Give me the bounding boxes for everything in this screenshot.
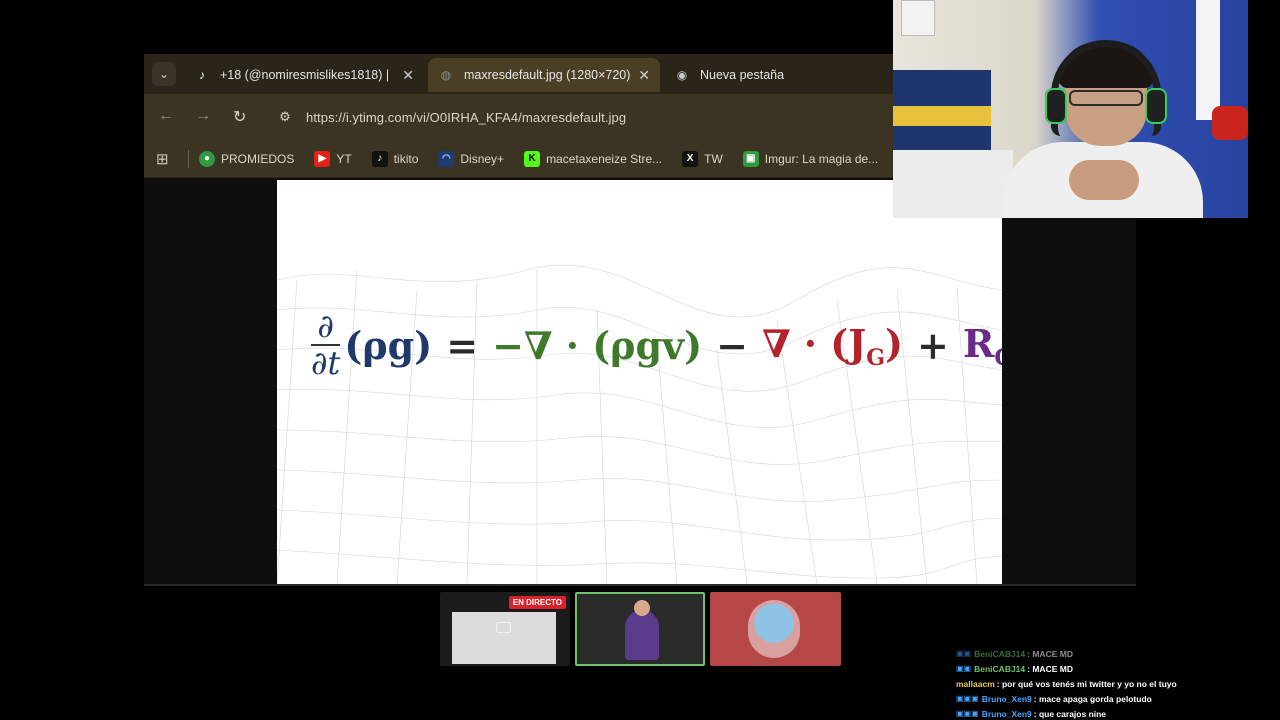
badge-icons: ▣▣▣ — [956, 694, 979, 703]
globe-icon: ◍ — [440, 68, 452, 82]
imgur-icon: ▣ — [742, 150, 759, 167]
bookmark-disney[interactable]: ◠ Disney+ — [438, 150, 505, 167]
partial-derivative: ∂ ∂t — [311, 310, 340, 381]
headset-icon — [1051, 40, 1161, 136]
wall-poster — [901, 0, 935, 36]
tiktok-icon: ♪ — [371, 150, 388, 167]
lhs-term: (ρg) — [344, 323, 433, 369]
displayed-image[interactable]: ∂ ∂t (ρg) = −∇ · (ρgv) − ∇ · (JG) + RG — [277, 180, 1002, 584]
disney-icon: ◠ — [438, 150, 455, 167]
bookmark-kick[interactable]: Kmacetaxeneize Stre... — [524, 150, 663, 167]
badge-icons: ▣▣▣ — [956, 709, 979, 718]
bookmark-label: YT — [336, 151, 352, 166]
badge-icons: ▣▣ — [956, 649, 972, 658]
flux-term: ∇ · (JG) — [762, 321, 903, 371]
plus-sign: + — [916, 323, 949, 369]
tab-label: Nueva pestaña — [700, 68, 785, 82]
bookmark-yt[interactable]: ▶ YT — [314, 150, 352, 167]
chat-message: mallaacm : por qué vos tenés mi twitter … — [956, 676, 1280, 691]
stream-layout: ⌄ ♪ +18 (@nomiresmislikes1818) | ✕ ◍ max… — [0, 0, 1280, 720]
chat-username: Bruno_Xen9 — [981, 708, 1032, 719]
tab-tiktok[interactable]: ♪ +18 (@nomiresmislikes1818) | ✕ — [184, 58, 424, 92]
apps-grid-icon[interactable]: ⊞ — [156, 150, 180, 168]
reload-icon[interactable]: ↻ — [233, 107, 246, 127]
page-viewport: ∂ ∂t (ρg) = −∇ · (ρgv) − ∇ · (JG) + RG — [144, 178, 1136, 584]
tab-new[interactable]: ◉ Nueva pestaña — [664, 58, 894, 92]
equation: ∂ ∂t (ρg) = −∇ · (ρgv) − ∇ · (JG) + RG — [311, 310, 1002, 381]
webcam-overlay — [893, 0, 1248, 218]
close-icon[interactable]: ✕ — [638, 67, 650, 84]
chat-text: : que carajos nine — [1033, 708, 1107, 719]
chat-message: ▣▣ BeniCABJ14 : MACE MD — [956, 646, 1280, 661]
x-icon: X — [682, 150, 699, 167]
chat-message: ▣▣▣ Bruno_Xen9 : mace apaga gorda pelotu… — [956, 691, 1280, 706]
source-term-main: R — [962, 320, 995, 366]
bookmark-label: tikito — [393, 151, 419, 166]
scene-thumbnail-screen[interactable]: 🖵 EN DIRECTO — [440, 592, 570, 666]
chat-text: : MACE MD — [1027, 648, 1073, 659]
chevron-down-icon: ⌄ — [158, 67, 170, 81]
frac-numerator: ∂ — [311, 310, 340, 346]
chrome-icon: ◉ — [676, 68, 688, 82]
tab-label: maxresdefault.jpg (1280×720) — [464, 68, 631, 82]
flux-close: ) — [885, 320, 903, 366]
tiktok-icon: ♪ — [199, 68, 205, 82]
streamer — [1003, 38, 1203, 218]
flux-subscript: G — [866, 344, 885, 371]
frac-denominator: ∂t — [311, 344, 341, 382]
address-bar[interactable]: ⚙ https://i.ytimg.com/vi/O0IRHA_KFA4/max… — [270, 101, 890, 133]
window — [1196, 0, 1220, 120]
flux-term-main: ∇ · (J — [761, 320, 867, 366]
tab-label: +18 (@nomiresmislikes1818) | — [220, 68, 390, 82]
url-text[interactable]: https://i.ytimg.com/vi/O0IRHA_KFA4/maxre… — [306, 110, 626, 125]
chat-overlay: ▣▣ BeniCABJ14 : MACE MD ▣▣ BeniCABJ14 : … — [956, 646, 1280, 720]
chat-username: BeniCABJ14 — [974, 663, 1026, 674]
minus-sign: − — [716, 323, 748, 369]
wireframe-terrain — [277, 264, 1002, 584]
bookmark-imgur[interactable]: ▣ Imgur: La magia de... — [742, 150, 879, 167]
divider — [188, 149, 189, 168]
chat-text: : MACE MD — [1027, 663, 1073, 674]
scene-thumbnails: 🖵 EN DIRECTO — [440, 592, 842, 668]
back-arrow-icon[interactable]: ← — [158, 107, 174, 125]
chat-username: mallaacm — [956, 678, 995, 689]
live-badge: EN DIRECTO — [508, 596, 566, 609]
monitor-icon: 🖵 — [496, 620, 512, 637]
forward-arrow-icon[interactable]: → — [195, 107, 211, 125]
tab-image[interactable]: ◍ maxresdefault.jpg (1280×720) ✕ — [428, 58, 660, 92]
bookmark-label: macetaxeneize Stre... — [546, 151, 663, 166]
toy-car — [1212, 106, 1248, 140]
source-term: RG — [963, 321, 1002, 371]
chat-message: ▣▣ BeniCABJ14 : MACE MD — [956, 661, 1280, 676]
chat-message: ▣▣▣ Bruno_Xen9 : que carajos nine — [956, 706, 1280, 720]
scene-thumbnail-avatar[interactable] — [710, 592, 841, 666]
equals-sign: = — [446, 323, 479, 369]
chat-username: BeniCABJ14 — [974, 648, 1026, 659]
bookmark-label: Disney+ — [460, 151, 505, 166]
promiedos-icon: ● — [199, 150, 215, 167]
scene-thumbnail-camera[interactable] — [575, 592, 705, 666]
avatar — [748, 600, 800, 658]
kick-icon: K — [524, 150, 541, 167]
bookmark-label: Imgur: La magia de... — [764, 151, 879, 166]
source-subscript: G — [994, 345, 1002, 371]
bookmark-promiedos[interactable]: ● PROMIEDOS — [199, 150, 295, 167]
bookmark-tw[interactable]: X TW — [682, 150, 723, 167]
chat-text: : por qué vos tenés mi twitter y yo no e… — [996, 678, 1177, 689]
site-info-icon[interactable]: ⚙ — [272, 104, 298, 130]
chair — [893, 150, 1013, 218]
bookmark-label: TW — [704, 151, 723, 166]
youtube-icon: ▶ — [314, 150, 331, 167]
close-icon[interactable]: ✕ — [402, 67, 414, 84]
chat-username: Bruno_Xen9 — [981, 693, 1032, 704]
chat-text: : mace apaga gorda pelotudo — [1033, 693, 1152, 704]
person-figure — [625, 600, 659, 660]
bookmark-tikito[interactable]: ♪ tikito — [371, 150, 419, 167]
advection-term: −∇ · (ρgv) — [492, 323, 703, 369]
badge-icons: ▣▣ — [956, 664, 972, 673]
bookmark-label: PROMIEDOS — [221, 151, 295, 166]
tab-search-button[interactable]: ⌄ — [152, 62, 176, 86]
